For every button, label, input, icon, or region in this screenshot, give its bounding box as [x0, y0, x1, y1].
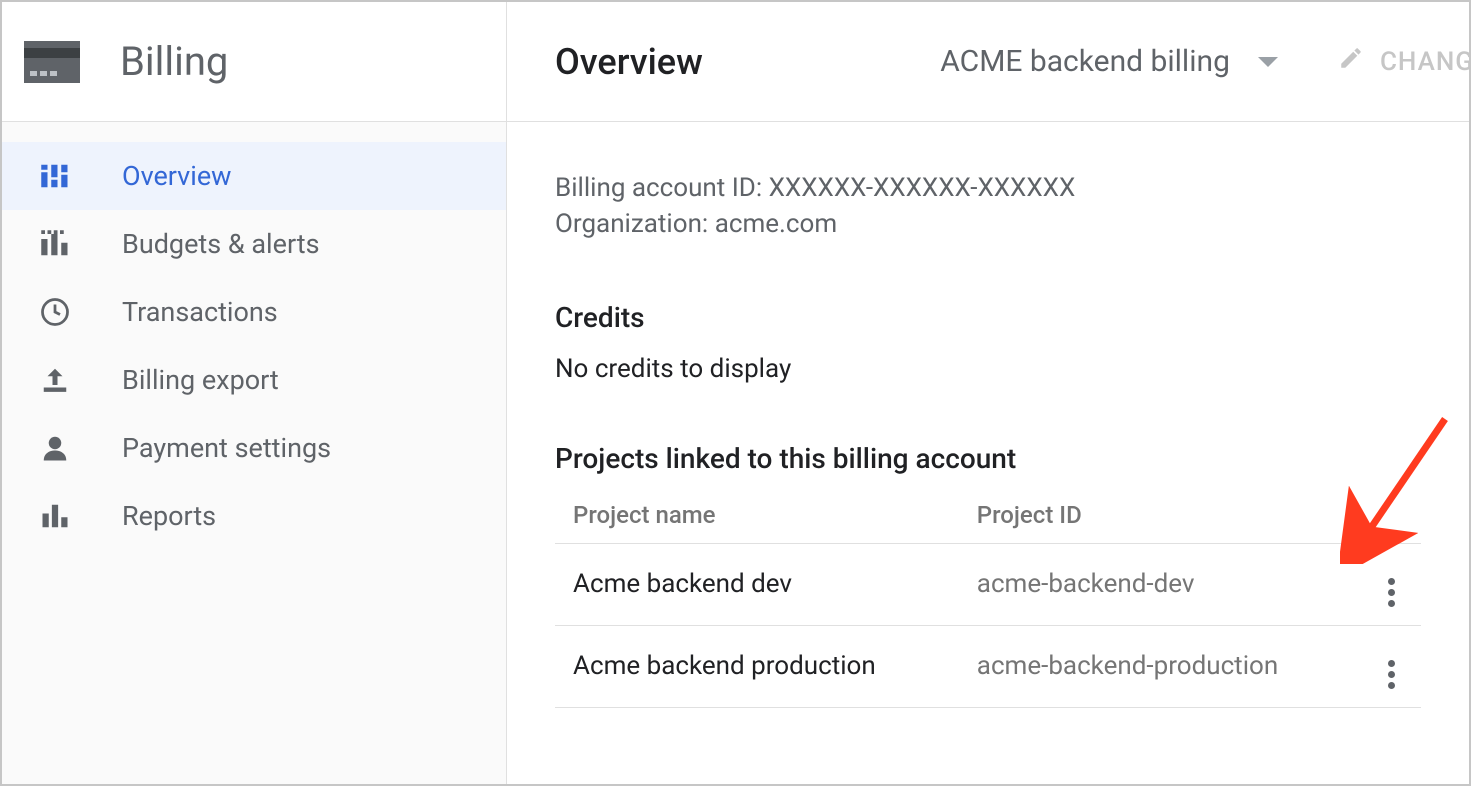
nav-item-transactions[interactable]: Transactions [2, 278, 506, 346]
overview-bars-icon [40, 161, 70, 191]
col-project-name: Project name [555, 487, 959, 544]
budgets-bars-icon [40, 229, 70, 259]
billing-account-id-line: Billing account ID: XXXXXX-XXXXXX-XXXXXX [555, 170, 1421, 206]
main-header: Overview ACME backend billing CHANG [507, 2, 1469, 122]
nav-item-reports[interactable]: Reports [2, 482, 506, 550]
billing-account-name: ACME backend billing [940, 44, 1230, 79]
more-options-icon[interactable] [1388, 578, 1395, 607]
organization-line: Organization: acme.com [555, 206, 1421, 242]
billing-card-icon [24, 41, 80, 83]
table-row: Acme backend production acme-backend-pro… [555, 625, 1421, 707]
nav-item-billing-export[interactable]: Billing export [2, 346, 506, 414]
clock-icon [40, 297, 70, 327]
content: Billing account ID: XXXXXX-XXXXXX-XXXXXX… [507, 122, 1469, 708]
nav-label: Billing export [122, 364, 279, 396]
billing-id-label: Billing account ID: [555, 173, 769, 203]
billing-id-value: XXXXXX-XXXXXX-XXXXXX [769, 173, 1076, 203]
projects-section-title: Projects linked to this billing account [555, 442, 1421, 475]
billing-account-selector[interactable]: ACME backend billing [940, 44, 1278, 79]
sidebar-title: Billing [120, 38, 228, 85]
sidebar-nav: Overview Budgets & alerts [2, 122, 506, 550]
org-value: acme.com [715, 209, 837, 239]
sidebar: Billing Overview [2, 2, 507, 784]
projects-table: Project name Project ID Acme backend dev… [555, 487, 1421, 708]
nav-item-overview[interactable]: Overview [2, 142, 506, 210]
app-frame: Billing Overview [0, 0, 1471, 786]
more-options-icon[interactable] [1388, 660, 1395, 689]
page-title: Overview [555, 41, 703, 83]
upload-icon [40, 365, 70, 395]
change-billing-account-button[interactable]: CHANG [1338, 45, 1469, 78]
col-actions [1361, 487, 1421, 544]
chevron-down-icon [1258, 57, 1278, 67]
credits-section-title: Credits [555, 301, 1421, 334]
pencil-icon [1338, 45, 1364, 78]
nav-item-payment-settings[interactable]: Payment settings [2, 414, 506, 482]
col-project-id: Project ID [959, 487, 1361, 544]
credits-empty-message: No credits to display [555, 354, 1421, 384]
sidebar-header: Billing [2, 2, 506, 122]
table-row: Acme backend dev acme-backend-dev [555, 543, 1421, 625]
nav-label: Reports [122, 500, 216, 532]
bars-chart-icon [40, 501, 70, 531]
project-id-cell: acme-backend-dev [959, 543, 1361, 625]
nav-label: Overview [122, 160, 231, 192]
nav-label: Payment settings [122, 432, 331, 464]
org-label: Organization: [555, 209, 715, 239]
project-id-cell: acme-backend-production [959, 625, 1361, 707]
nav-item-budgets-alerts[interactable]: Budgets & alerts [2, 210, 506, 278]
nav-label: Transactions [122, 296, 278, 328]
person-icon [40, 433, 70, 463]
project-name-cell: Acme backend production [555, 625, 959, 707]
nav-label: Budgets & alerts [122, 228, 320, 260]
project-name-cell: Acme backend dev [555, 543, 959, 625]
change-button-label: CHANG [1380, 47, 1469, 77]
main: Overview ACME backend billing CHANG Bill… [507, 2, 1469, 784]
